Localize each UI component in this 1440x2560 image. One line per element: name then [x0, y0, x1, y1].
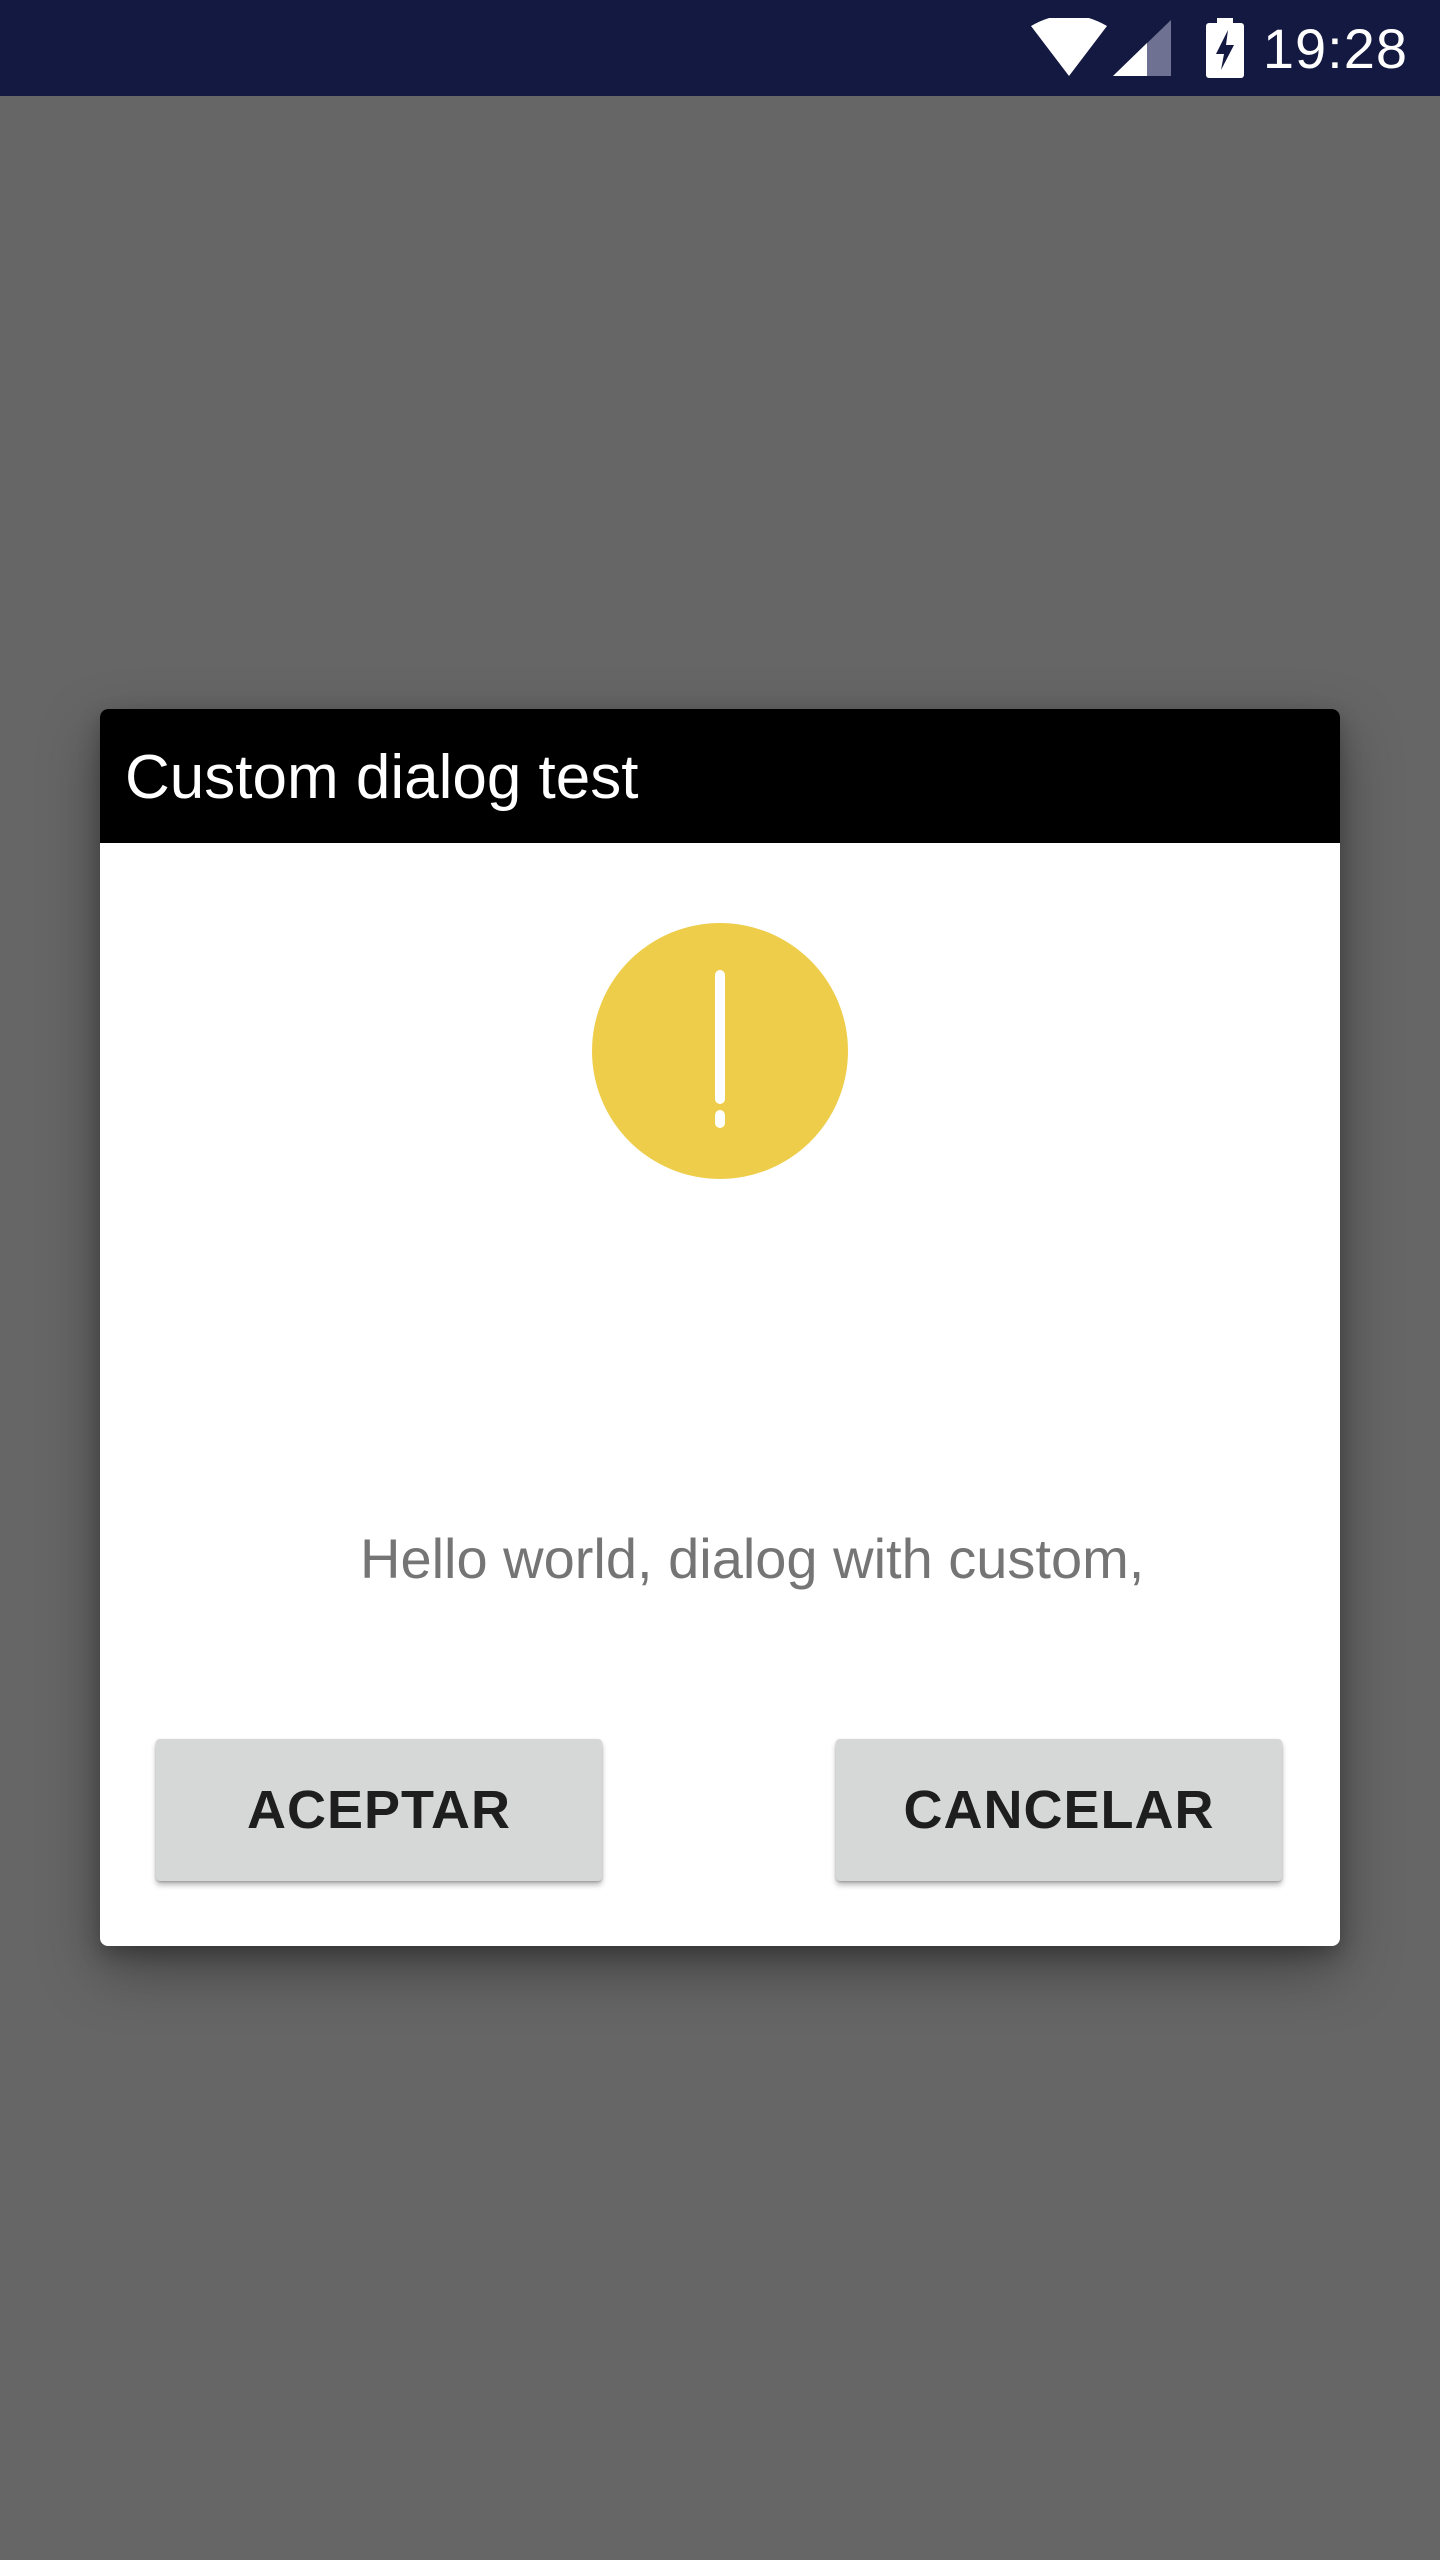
battery-charging-icon — [1205, 18, 1244, 78]
status-icons: 19:28 — [1030, 0, 1408, 96]
wifi-icon — [1030, 18, 1107, 76]
cancel-button[interactable]: CANCELAR — [836, 1739, 1282, 1881]
warning-exclamation-icon — [592, 923, 848, 1179]
dialog-header: Custom dialog test — [100, 709, 1340, 843]
cell-signal-icon — [1112, 20, 1171, 76]
status-bar: 19:28 — [0, 0, 1440, 96]
status-time: 19:28 — [1262, 16, 1408, 80]
dialog-title: Custom dialog test — [125, 743, 639, 812]
dialog-message: Hello world, dialog with custom, — [360, 1527, 1145, 1590]
custom-dialog: Custom dialog test Hello world, dialog w… — [100, 709, 1340, 1946]
accept-button[interactable]: ACEPTAR — [156, 1739, 602, 1881]
